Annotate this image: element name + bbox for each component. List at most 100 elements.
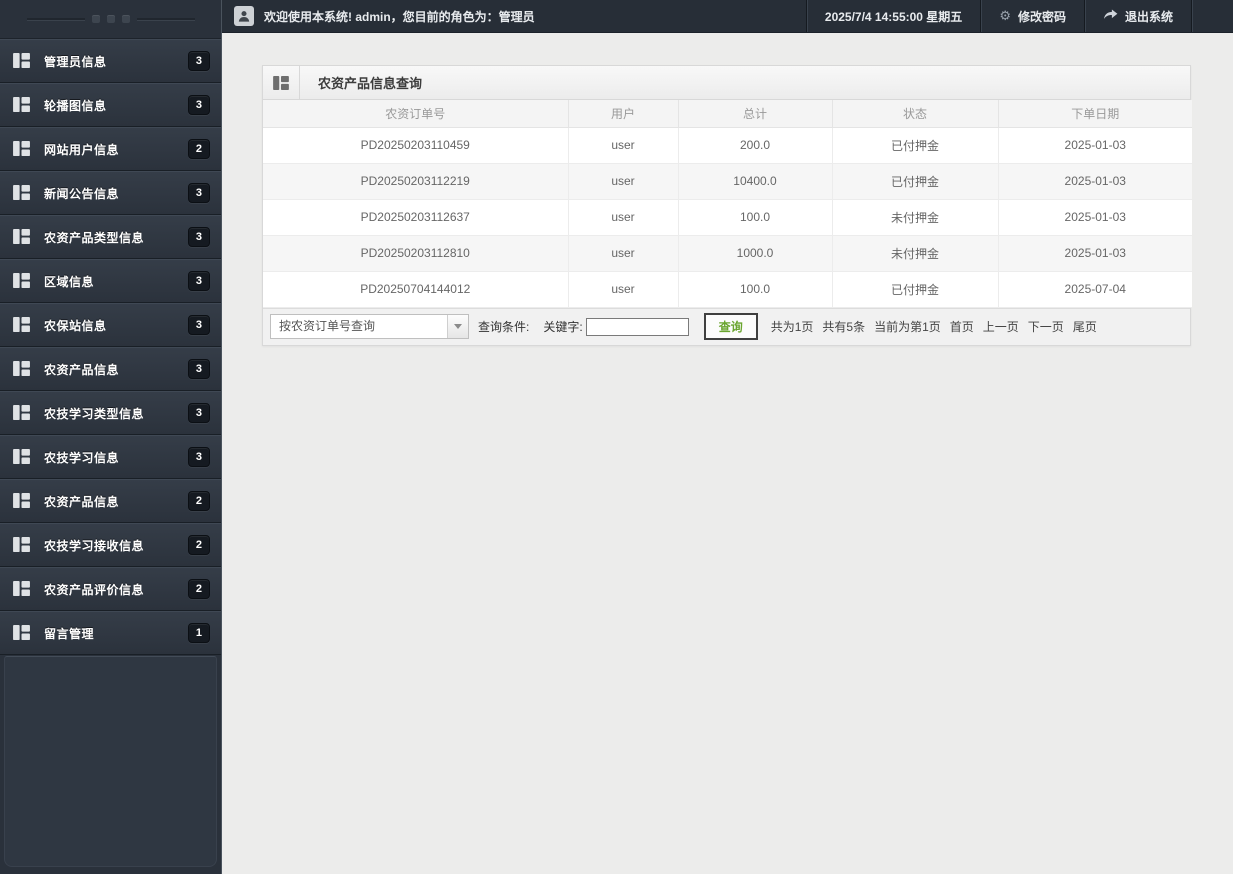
topbar-spacer <box>1191 0 1233 32</box>
table-cell: 2025-01-03 <box>997 198 1192 236</box>
sidebar-item-label: 新闻公告信息 <box>44 186 120 201</box>
sidebar-item[interactable]: 农资产品类型信息 3 <box>0 215 221 259</box>
pagination-next[interactable]: 下一页 <box>1028 318 1064 335</box>
sidebar-item-label: 农资产品评价信息 <box>44 582 145 597</box>
table-cell: PD20250203110459 <box>263 126 569 164</box>
divider <box>136 17 195 21</box>
table-row[interactable]: PD20250203112637 user 100.0 未付押金 2025-01-03 <box>263 198 1192 236</box>
table-toolbar: 按农资订单号查询 查询条件: 关键字: 查询 共为1页 共有5条 当前为第1页 … <box>263 307 1190 345</box>
sidebar-item-badge: 2 <box>187 579 210 599</box>
sidebar-item[interactable]: 轮播图信息 3 <box>0 83 221 127</box>
sidebar-item-label: 农资产品类型信息 <box>44 230 145 245</box>
filter-select-value: 按农资订单号查询 <box>279 319 376 333</box>
sidebar-item-label: 农技学习接收信息 <box>44 538 145 553</box>
sidebar-item-label: 留言管理 <box>44 626 95 641</box>
sidebar-item-label: 网站用户信息 <box>44 142 120 157</box>
grid-icon <box>13 317 31 333</box>
keyword-label: 关键字: <box>543 320 583 334</box>
sidebar-item[interactable]: 农资产品评价信息 2 <box>0 567 221 611</box>
table-header-row: 农资订单号 用户 总计 状态 下单日期 <box>263 100 1192 128</box>
grid-icon <box>13 405 31 421</box>
grid-icon <box>13 449 31 465</box>
sidebar-item-label: 农资产品信息 <box>44 494 120 509</box>
table-cell: 2025-01-03 <box>997 162 1192 200</box>
sidebar-item[interactable]: 留言管理 1 <box>0 611 221 655</box>
table-row[interactable]: PD20250203112810 user 1000.0 未付押金 2025-01-03 <box>263 234 1192 272</box>
table-cell: 1000.0 <box>677 234 833 272</box>
pagination-prev[interactable]: 上一页 <box>983 318 1019 335</box>
sidebar-item-badge: 3 <box>187 183 210 203</box>
table-cell: 100.0 <box>677 270 833 308</box>
sidebar: 管理员信息 3 轮播图信息 3 网站用户信息 2 新闻公告信息 3 农资产品类型信息 3 区域信息 3… <box>0 0 222 874</box>
sidebar-item-label: 农资产品信息 <box>44 362 120 377</box>
dot-icon <box>106 15 115 23</box>
search-button[interactable]: 查询 <box>703 313 758 340</box>
grid-icon <box>13 97 31 113</box>
table-row[interactable]: PD20250203112219 user 10400.0 已付押金 2025-01-0… <box>263 162 1192 200</box>
table-cell: 100.0 <box>677 198 833 236</box>
keyword-input[interactable] <box>585 317 689 336</box>
column-header: 状态 <box>831 100 999 128</box>
sidebar-item[interactable]: 网站用户信息 2 <box>0 127 221 171</box>
sidebar-item-badge: 3 <box>187 51 210 71</box>
table-cell: 200.0 <box>677 126 833 164</box>
grid-icon <box>13 537 31 553</box>
change-password-button[interactable]: ⚙ 修改密码 <box>980 0 1084 32</box>
filter-select[interactable]: 按农资订单号查询 <box>270 314 469 339</box>
sidebar-item[interactable]: 农保站信息 3 <box>0 303 221 347</box>
table-row[interactable]: PD20250203110459 user 200.0 已付押金 2025-01-03 <box>263 126 1192 164</box>
sidebar-item[interactable]: 管理员信息 3 <box>0 39 221 83</box>
panel-title: 农资产品信息查询 <box>318 76 423 91</box>
table-cell: 已付押金 <box>831 126 999 164</box>
pagination-last[interactable]: 尾页 <box>1073 318 1097 335</box>
column-header: 下单日期 <box>997 100 1192 128</box>
welcome-text: 欢迎使用本系统! admin，您目前的角色为：管理员 <box>264 9 535 24</box>
sidebar-item[interactable]: 农技学习接收信息 2 <box>0 523 221 567</box>
topbar: 欢迎使用本系统! admin，您目前的角色为：管理员 2025/7/4 14:5… <box>222 0 1233 33</box>
sidebar-item[interactable]: 区域信息 3 <box>0 259 221 303</box>
logout-button[interactable]: 退出系统 <box>1083 0 1191 32</box>
sidebar-item[interactable]: 新闻公告信息 3 <box>0 171 221 215</box>
sidebar-item-label: 农保站信息 <box>44 318 107 333</box>
sidebar-footer-panel <box>4 656 217 867</box>
grid-icon <box>13 493 31 509</box>
sidebar-header <box>0 0 221 39</box>
table-cell: 未付押金 <box>831 234 999 272</box>
main-content: 农资产品信息查询 农资订单号 用户 总计 状态 下单日期 PD2025020311045… <box>222 33 1233 874</box>
sidebar-item-badge: 3 <box>187 403 210 423</box>
sidebar-item[interactable]: 农技学习类型信息 3 <box>0 391 221 435</box>
sidebar-item[interactable]: 农技学习信息 3 <box>0 435 221 479</box>
user-avatar-icon <box>234 6 254 26</box>
topbar-left: 欢迎使用本系统! admin，您目前的角色为：管理员 <box>222 0 806 32</box>
sidebar-item-badge: 3 <box>187 271 210 291</box>
sidebar-item-badge: 3 <box>187 359 210 379</box>
table-cell: user <box>567 234 679 272</box>
sidebar-nav: 管理员信息 3 轮播图信息 3 网站用户信息 2 新闻公告信息 3 农资产品类型信息 3 区域信息 3… <box>0 39 221 655</box>
topbar-right: 2025/7/4 14:55:00 星期五 ⚙ 修改密码 退出系统 <box>805 0 1233 32</box>
sidebar-item-badge: 2 <box>187 535 210 555</box>
pagination-current-page: 当前为第1页 <box>874 320 941 334</box>
grid-icon <box>13 273 31 289</box>
table-cell: PD20250704144012 <box>263 270 569 308</box>
table-cell: 已付押金 <box>831 270 999 308</box>
sidebar-item-badge: 3 <box>187 447 210 467</box>
sidebar-item-label: 农技学习信息 <box>44 450 120 465</box>
table-cell: 2025-07-04 <box>997 270 1192 308</box>
table-row[interactable]: PD20250704144012 user 100.0 已付押金 2025-07-04 <box>263 270 1192 308</box>
table-cell: user <box>567 126 679 164</box>
sidebar-item[interactable]: 农资产品信息 2 <box>0 479 221 523</box>
table-cell: PD20250203112637 <box>263 198 569 236</box>
sidebar-item-badge: 3 <box>187 95 210 115</box>
dot-icon <box>121 15 130 23</box>
sidebar-item[interactable]: 农资产品信息 3 <box>0 347 221 391</box>
divider <box>26 17 85 21</box>
grid-icon <box>13 625 31 641</box>
pagination: 共为1页 共有5条 当前为第1页 首页 上一页 下一页 尾页 <box>771 318 1097 335</box>
pagination-first[interactable]: 首页 <box>950 318 974 335</box>
orders-table: 农资订单号 用户 总计 状态 下单日期 PD20250203110459 user 200.… <box>263 100 1192 308</box>
table-cell: 已付押金 <box>831 162 999 200</box>
dot-icon <box>91 15 100 23</box>
column-header: 用户 <box>567 100 679 128</box>
table-cell: user <box>567 162 679 200</box>
app-window: 管理员信息 3 轮播图信息 3 网站用户信息 2 新闻公告信息 3 农资产品类型信息 3 区域信息 3… <box>0 0 1233 874</box>
